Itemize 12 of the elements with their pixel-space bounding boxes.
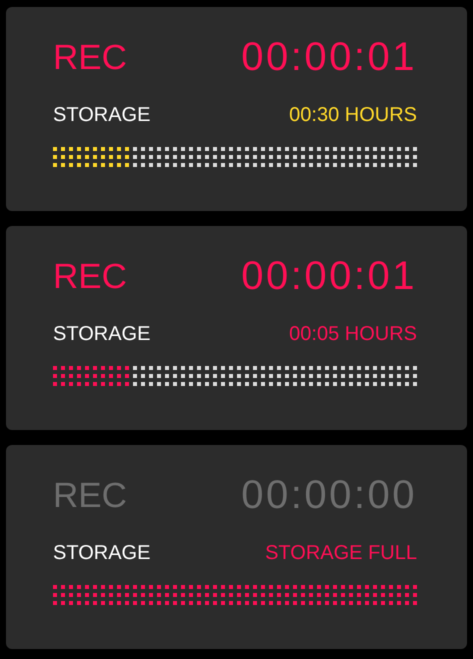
storage-remaining: 00:30 HOURS <box>289 104 417 127</box>
timer: 00:00:00 <box>241 473 417 518</box>
storage-label: STORAGE <box>53 323 150 346</box>
storage-remaining: 00:05 HOURS <box>289 323 417 346</box>
storage-label: STORAGE <box>53 104 150 127</box>
rec-label: REC <box>53 38 127 78</box>
rec-label: REC <box>53 256 127 296</box>
timer: 00:00:01 <box>241 35 417 80</box>
storage-remaining: STORAGE FULL <box>265 542 417 565</box>
storage-label: STORAGE <box>53 542 150 565</box>
timer: 00:00:01 <box>241 254 417 299</box>
rec-label: REC <box>53 476 127 516</box>
